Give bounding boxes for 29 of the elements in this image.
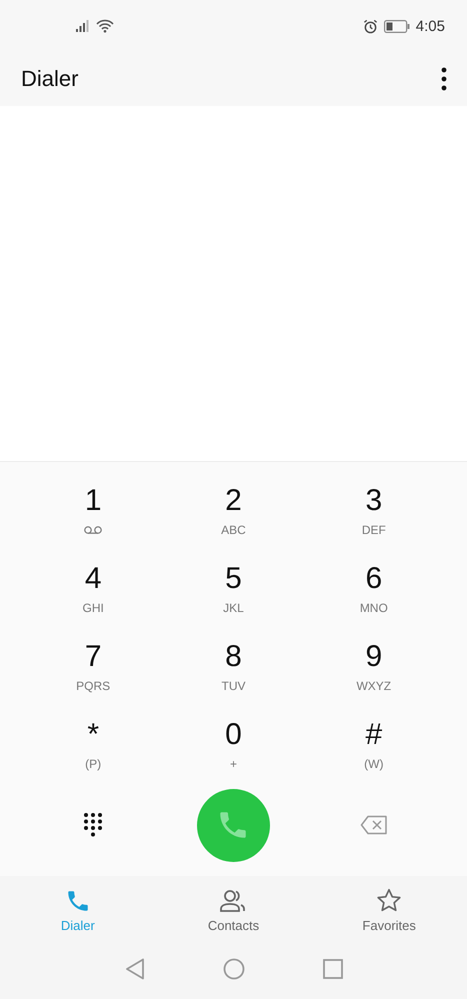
voicemail-icon xyxy=(84,526,102,534)
dial-key[interactable]: 0 + xyxy=(183,708,284,778)
contacts-icon xyxy=(219,888,248,914)
nav-tab[interactable]: Favorites xyxy=(356,876,422,944)
dial-key[interactable]: 8 TUV xyxy=(183,630,284,700)
star-icon xyxy=(375,887,404,914)
dial-key[interactable]: 6 MNO xyxy=(324,552,424,622)
dial-key[interactable]: # (W) xyxy=(324,708,424,778)
dial-key[interactable]: 7 PQRS xyxy=(43,630,144,700)
more-options-icon[interactable] xyxy=(441,67,447,91)
dial-key[interactable]: 3 DEF xyxy=(324,474,424,544)
recents-icon[interactable] xyxy=(322,958,342,978)
battery-icon xyxy=(384,20,410,32)
clock-time: 4:05 xyxy=(416,18,445,34)
dial-key[interactable]: 9 WXYZ xyxy=(324,630,424,700)
alarm-icon xyxy=(362,18,378,34)
screen-title: Dialer xyxy=(21,66,80,92)
dial-key[interactable]: 4 GHI xyxy=(43,552,144,622)
wifi-icon xyxy=(96,19,114,33)
dialpad-icon[interactable] xyxy=(83,812,104,838)
nav-tab[interactable]: Contacts xyxy=(202,876,266,944)
dial-key[interactable]: 1 xyxy=(43,474,144,544)
dial-key[interactable]: * (P) xyxy=(43,708,144,778)
dial-key[interactable]: 2 ABC xyxy=(183,474,284,544)
back-icon[interactable] xyxy=(124,958,144,980)
home-icon[interactable] xyxy=(222,958,244,980)
backspace-icon[interactable] xyxy=(360,815,388,835)
signal-icon xyxy=(76,20,90,32)
dial-key[interactable]: 5 JKL xyxy=(183,552,284,622)
